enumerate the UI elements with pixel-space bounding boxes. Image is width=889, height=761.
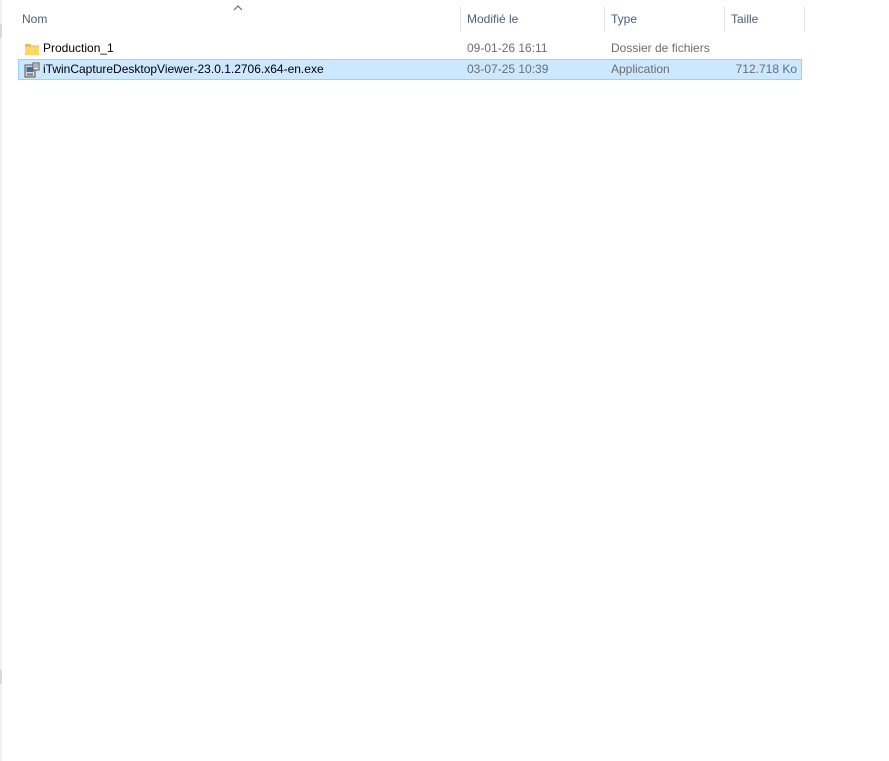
column-divider[interactable]	[460, 6, 461, 32]
file-name: Production_1	[43, 41, 114, 55]
column-divider[interactable]	[724, 6, 725, 32]
file-modified-date: 09-01-26 16:11	[467, 41, 548, 55]
column-header-bar: Nom Modifié le Type Taille	[0, 0, 889, 38]
file-type: Application	[611, 62, 670, 76]
file-name: iTwinCaptureDesktopViewer-23.0.1.2706.x6…	[43, 62, 324, 76]
file-modified-date: 03-07-25 10:39	[467, 62, 549, 76]
file-type: Dossier de fichiers	[611, 41, 710, 55]
application-installer-icon	[24, 62, 40, 78]
column-header-size[interactable]: Taille	[731, 6, 801, 32]
file-size: 712.718 Ko	[735, 62, 797, 76]
folder-icon	[25, 44, 39, 55]
column-divider[interactable]	[804, 6, 805, 32]
column-header-type[interactable]: Type	[611, 6, 721, 32]
file-row-itwin-installer[interactable]: iTwinCaptureDesktopViewer-23.0.1.2706.x6…	[18, 59, 802, 80]
column-divider[interactable]	[604, 6, 605, 32]
file-row-production-1[interactable]: Production_1 09-01-26 16:11 Dossier de f…	[18, 38, 802, 59]
column-header-name[interactable]: Nom	[22, 6, 452, 32]
column-header-modified[interactable]: Modifié le	[467, 6, 597, 32]
left-pane-edge	[0, 0, 2, 761]
pane-edge-mark	[0, 670, 2, 684]
